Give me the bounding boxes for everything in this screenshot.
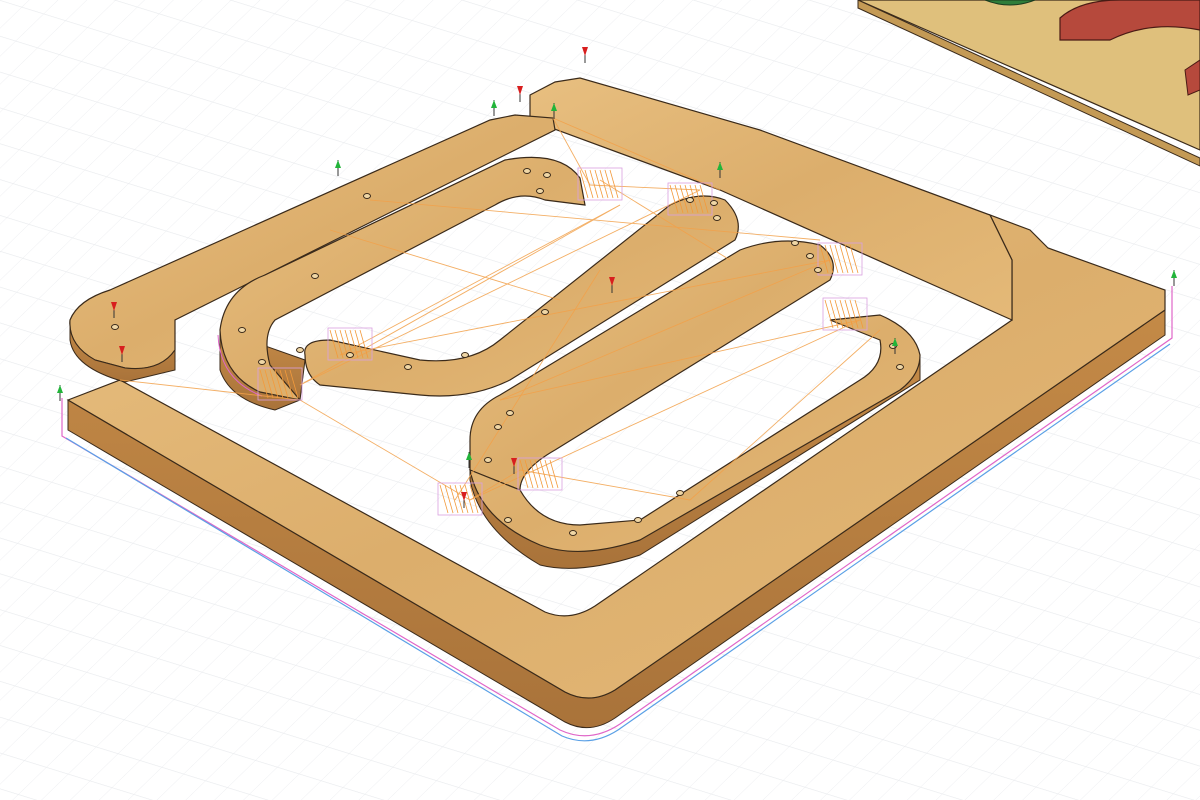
drill-hole[interactable] [710, 200, 718, 206]
drill-hole[interactable] [686, 197, 694, 203]
drill-hole[interactable] [814, 267, 822, 273]
drill-hole[interactable] [541, 309, 549, 315]
drill-hole[interactable] [346, 352, 354, 358]
drill-hole[interactable] [896, 364, 904, 370]
drill-hole[interactable] [296, 347, 304, 353]
drill-hole[interactable] [484, 457, 492, 463]
drill-hole[interactable] [258, 359, 266, 365]
cam-3d-viewport[interactable] [0, 0, 1200, 800]
drill-hole[interactable] [569, 530, 577, 536]
drill-hole[interactable] [543, 172, 551, 178]
drill-hole[interactable] [111, 324, 119, 330]
drill-hole[interactable] [363, 193, 371, 199]
drill-hole[interactable] [311, 273, 319, 279]
drill-hole[interactable] [461, 352, 469, 358]
drill-hole[interactable] [504, 517, 512, 523]
drill-hole[interactable] [676, 490, 684, 496]
drill-hole[interactable] [713, 215, 721, 221]
drill-hole[interactable] [791, 240, 799, 246]
cam-scene[interactable] [0, 0, 1200, 800]
drill-hole[interactable] [494, 424, 502, 430]
drill-hole[interactable] [506, 410, 514, 416]
drill-hole[interactable] [404, 364, 412, 370]
drill-hole[interactable] [238, 327, 246, 333]
drill-hole[interactable] [806, 253, 814, 259]
drill-hole[interactable] [536, 188, 544, 194]
drill-hole[interactable] [523, 168, 531, 174]
drill-hole[interactable] [634, 517, 642, 523]
